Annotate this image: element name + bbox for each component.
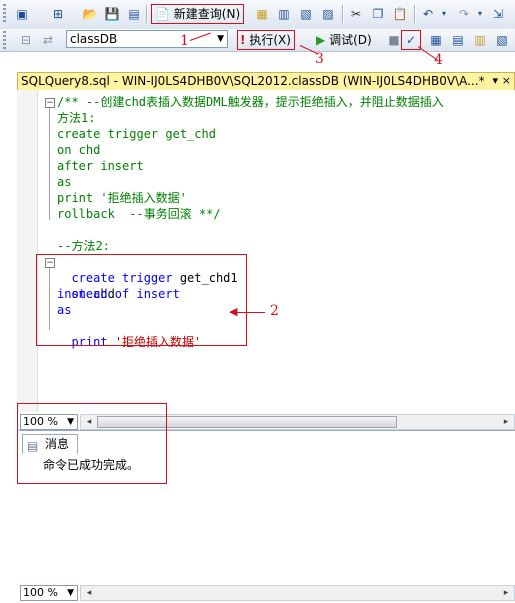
standard-toolbar: ▣ ⊞ 📂 💾 ▤ 📄 新建查询(N) ▦ ▥ ▧ ▨ ✂ ❐ 📋 ↶ ▾ ↷ … (0, 0, 515, 30)
execute-button[interactable]: ! 执行(X) (237, 30, 295, 50)
navigate-icon[interactable]: ⇲ (490, 6, 506, 22)
code-line: rollback --事务回滚 **/ (57, 207, 221, 221)
connect-icon[interactable]: ⊟ (18, 32, 34, 48)
new-query-button[interactable]: 📄 新建查询(N) (151, 4, 245, 24)
collapse-icon[interactable]: − (45, 98, 55, 108)
close-icon[interactable]: × (501, 73, 511, 89)
results-to-grid-icon[interactable]: ▤ (450, 32, 466, 48)
dmx-query-icon[interactable]: ▧ (298, 6, 314, 22)
annotation-box-2 (36, 254, 247, 346)
save-icon[interactable]: 💾 (104, 6, 120, 22)
redo-dropdown-icon[interactable]: ▾ (472, 6, 488, 22)
document-tab[interactable]: SQLQuery8.sql - WIN-IJ0LS4DHB0V\SQL2012.… (17, 72, 515, 90)
tab-dropdown-icon[interactable]: ▾ (492, 73, 498, 89)
code-line: 方法1: (57, 111, 96, 125)
new-query-icon: 📄 (155, 7, 170, 21)
change-connection-icon[interactable]: ⇄ (40, 32, 56, 48)
database-value: classDB (70, 32, 118, 46)
available-databases-select[interactable]: classDB ▼ (66, 30, 228, 48)
editor-gutter (17, 90, 38, 412)
cut-icon[interactable]: ✂ (348, 6, 364, 22)
code-line: create trigger get_chd (57, 127, 216, 141)
new-query-label: 新建查询(N) (173, 7, 241, 21)
redo-icon[interactable]: ↷ (456, 6, 472, 22)
chevron-down-icon: ▼ (67, 588, 74, 598)
code-line: on chd (57, 143, 101, 157)
arrowhead-left-icon: ◀ (229, 305, 238, 318)
query-options-icon[interactable]: ▦ (428, 32, 444, 48)
results-zoom-value: 100 % (23, 586, 58, 599)
copy-icon[interactable]: ❐ (370, 6, 386, 22)
save-all-icon[interactable]: ▤ (126, 6, 142, 22)
annotation-number-1: 1 (180, 33, 189, 49)
execute-icon: ! (240, 33, 246, 47)
annotation-arrow-2 (235, 312, 265, 313)
code-line: print '拒绝插入数据' (57, 191, 187, 205)
code-line: after insert (57, 159, 144, 173)
scroll-right-icon[interactable]: ▸ (499, 416, 513, 428)
new-project-icon[interactable]: ▣ (14, 6, 30, 22)
undo-icon[interactable]: ↶ (420, 6, 436, 22)
annotation-box-results (17, 403, 167, 484)
code-line: --方法2: (57, 239, 110, 253)
scroll-left-icon[interactable]: ◂ (82, 587, 96, 599)
results-horizontal-scrollbar[interactable]: ◂ ▸ (80, 585, 515, 601)
debug-button[interactable]: ▶ 调试(D) (316, 31, 372, 49)
toolbar-grip[interactable] (3, 4, 6, 24)
play-icon: ▶ (316, 33, 326, 47)
stop-icon[interactable]: ■ (386, 32, 402, 48)
toolbar-grip[interactable] (3, 31, 6, 49)
debug-label: 调试(D) (329, 33, 372, 47)
database-engine-query-icon[interactable]: ▦ (254, 6, 270, 22)
results-to-file-icon[interactable]: ▥ (472, 32, 488, 48)
checkmark-icon: ✓ (405, 33, 417, 47)
add-item-icon[interactable]: ⊞ (50, 6, 66, 22)
paste-icon[interactable]: 📋 (392, 6, 408, 22)
annotation-number-3: 4 (434, 52, 443, 68)
annotation-number-2: 2 (270, 303, 279, 319)
include-plan-icon[interactable]: ▧ (494, 32, 510, 48)
undo-dropdown-icon[interactable]: ▾ (436, 6, 452, 22)
results-zoom-select[interactable]: 100 % ▼ (20, 585, 78, 601)
document-tab-title: SQLQuery8.sql - WIN-IJ0LS4DHB0V\SQL2012.… (21, 74, 485, 88)
chevron-down-icon: ▼ (217, 34, 224, 44)
scroll-right-icon[interactable]: ▸ (499, 587, 513, 599)
open-file-icon[interactable]: 📂 (82, 6, 98, 22)
code-line: /** --创建chd表插入数据DML触发器，提示拒绝插入，并阻止数据插入 (57, 95, 444, 109)
code-line: as (57, 175, 72, 189)
execute-label: 执行(X) (249, 33, 291, 47)
analysis-query-icon[interactable]: ▥ (276, 6, 292, 22)
xmla-query-icon[interactable]: ▨ (320, 6, 336, 22)
